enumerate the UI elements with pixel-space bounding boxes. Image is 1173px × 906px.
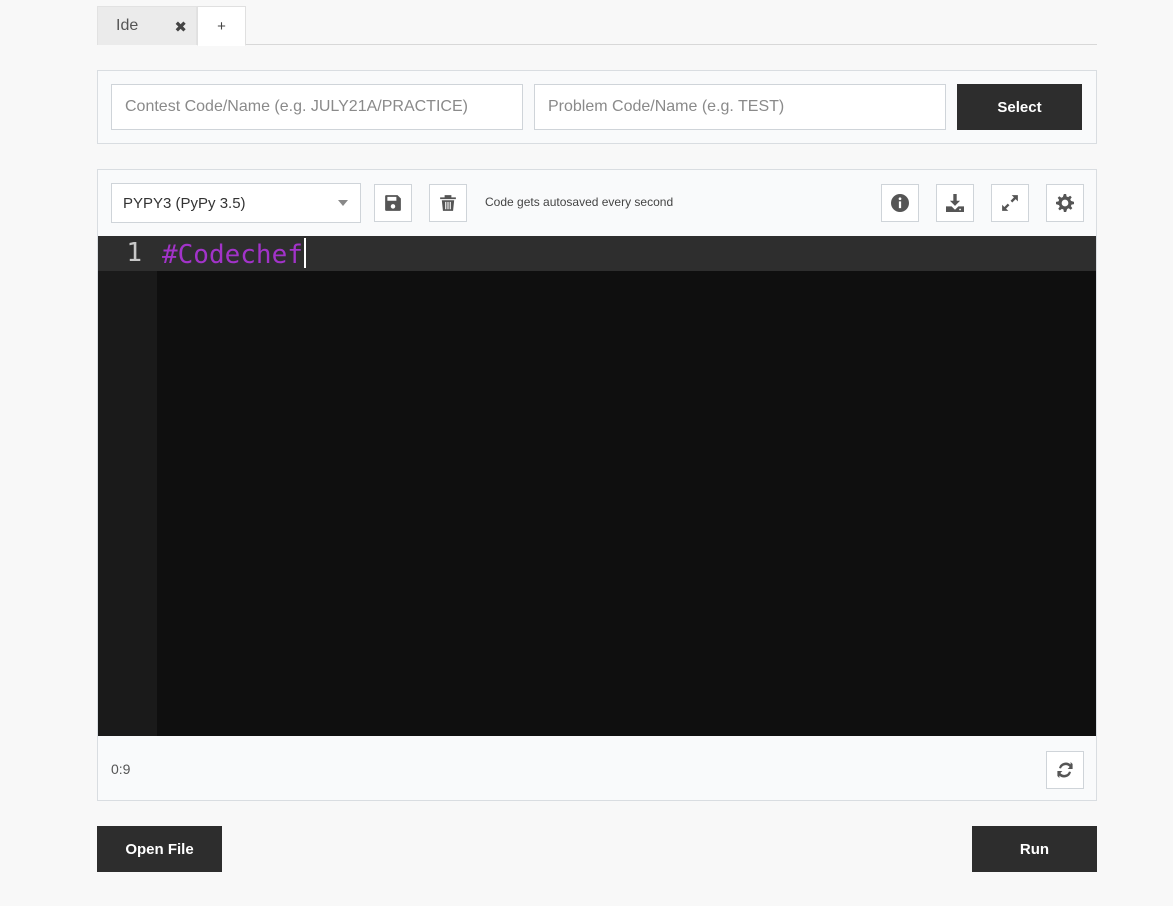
trash-icon bbox=[440, 195, 456, 211]
line-number: 1 bbox=[126, 238, 142, 268]
text-cursor bbox=[303, 238, 306, 268]
info-icon bbox=[891, 194, 909, 212]
problem-code-input[interactable] bbox=[534, 84, 946, 130]
run-button[interactable]: Run bbox=[972, 826, 1097, 872]
download-button[interactable] bbox=[936, 184, 974, 222]
language-select-value: PYPY3 (PyPy 3.5) bbox=[123, 194, 246, 212]
contest-code-input[interactable] bbox=[111, 84, 523, 130]
code-line[interactable]: #Codechef bbox=[162, 238, 306, 270]
settings-button[interactable] bbox=[1046, 184, 1084, 222]
gear-icon bbox=[1056, 194, 1074, 212]
editor-panel: PYPY3 (PyPy 3.5) Code gets autosaved eve… bbox=[97, 169, 1097, 801]
caret-down-icon bbox=[338, 200, 348, 206]
info-button[interactable] bbox=[881, 184, 919, 222]
editor-statusbar: 0:9 bbox=[98, 736, 1096, 800]
expand-icon bbox=[1002, 195, 1018, 211]
refresh-button[interactable] bbox=[1046, 751, 1084, 789]
tab-bar: Ide ✖ + bbox=[97, 6, 1097, 46]
language-select[interactable]: PYPY3 (PyPy 3.5) bbox=[111, 183, 361, 223]
autosave-text: Code gets autosaved every second bbox=[485, 195, 674, 209]
delete-button[interactable] bbox=[429, 184, 467, 222]
tab-ide[interactable]: Ide ✖ bbox=[97, 6, 197, 45]
editor-toolbar: PYPY3 (PyPy 3.5) Code gets autosaved eve… bbox=[98, 170, 1096, 236]
refresh-icon bbox=[1057, 762, 1073, 778]
cursor-position: 0:9 bbox=[111, 761, 131, 777]
save-button[interactable] bbox=[374, 184, 412, 222]
select-button[interactable]: Select bbox=[957, 84, 1082, 130]
fullscreen-button[interactable] bbox=[991, 184, 1029, 222]
code-line-text: #Codechef bbox=[162, 240, 303, 270]
save-icon bbox=[385, 195, 401, 211]
problem-select-panel: Select bbox=[97, 70, 1097, 144]
add-tab-button[interactable]: + bbox=[197, 6, 246, 46]
open-file-button[interactable]: Open File bbox=[97, 826, 222, 872]
close-icon[interactable]: ✖ bbox=[174, 18, 187, 36]
code-editor[interactable]: 1 #Codechef bbox=[98, 236, 1096, 736]
download-icon bbox=[946, 194, 964, 212]
tab-ide-label: Ide bbox=[116, 17, 139, 34]
line-gutter bbox=[98, 236, 157, 736]
